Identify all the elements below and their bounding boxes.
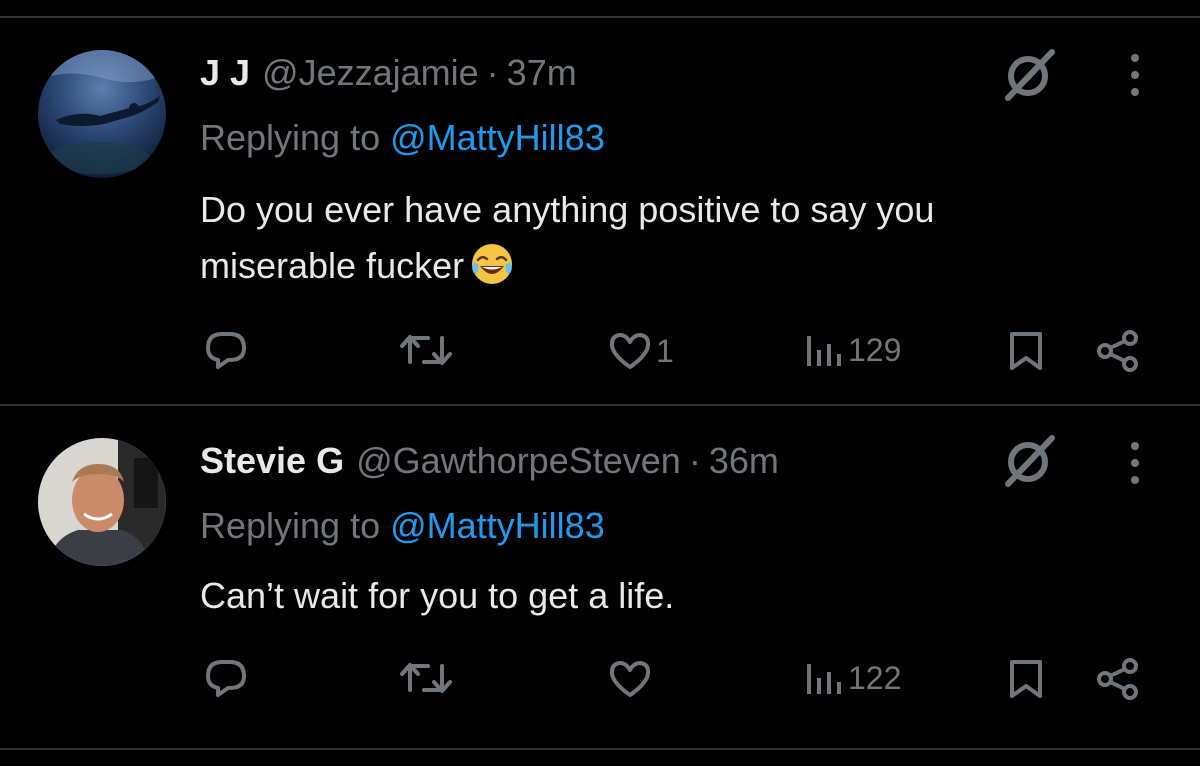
retweet-button[interactable] <box>400 660 452 696</box>
separator: · <box>486 52 499 93</box>
mention-link[interactable]: @MattyHill83 <box>390 117 605 158</box>
replying-prefix: Replying to <box>200 505 381 546</box>
views-button[interactable]: 122 <box>804 658 901 698</box>
bottom-divider <box>0 748 1200 750</box>
views-count: 129 <box>848 331 902 368</box>
views-button[interactable]: 129 <box>804 330 901 370</box>
tweet-divider <box>0 404 1200 406</box>
tweet-text: Do you ever have anything positive to sa… <box>200 182 1160 294</box>
bookmark-icon <box>1010 660 1042 698</box>
replying-to: Replying to @MattyHill83 <box>200 117 605 159</box>
avatar[interactable] <box>38 50 166 178</box>
share-icon <box>1097 330 1138 372</box>
tweet-text-line-1: Do you ever have anything positive to sa… <box>200 189 935 230</box>
grok-icon[interactable] <box>1000 44 1060 104</box>
reply-icon <box>206 660 246 697</box>
views-count: 122 <box>848 659 902 696</box>
more-icon[interactable] <box>1120 50 1150 100</box>
heart-icon <box>609 661 651 697</box>
display-name[interactable]: Stevie G <box>200 440 344 482</box>
face-with-tears-of-joy-icon <box>472 244 513 285</box>
reply-button[interactable] <box>204 658 248 698</box>
separator: · <box>688 440 701 481</box>
mention-link[interactable]: @MattyHill83 <box>390 505 605 546</box>
reply-button[interactable] <box>204 330 248 370</box>
bookmark-button[interactable] <box>1008 330 1044 372</box>
timestamp[interactable]: 36m <box>709 440 779 482</box>
tweet-header: J J @Jezzajamie · 37m <box>200 52 577 94</box>
tweet-text-line-2-text: miserable fucker <box>200 245 465 286</box>
bookmark-icon <box>1010 332 1042 370</box>
grok-icon[interactable] <box>1000 430 1060 490</box>
replying-to: Replying to @MattyHill83 <box>200 505 605 547</box>
bookmark-button[interactable] <box>1008 658 1044 700</box>
tweet-header: Stevie G @GawthorpeSteven · 36m <box>200 440 779 482</box>
user-handle[interactable]: @GawthorpeSteven <box>356 440 681 482</box>
tweet-text-line-1: Can’t wait for you to get a life. <box>200 575 675 616</box>
user-handle[interactable]: @Jezzajamie <box>262 52 479 94</box>
more-icon[interactable] <box>1120 438 1150 488</box>
replying-prefix: Replying to <box>200 117 381 158</box>
views-icon <box>807 664 841 694</box>
display-name[interactable]: J J <box>200 52 250 94</box>
retweet-icon <box>400 663 452 693</box>
views-icon <box>807 336 841 366</box>
avatar[interactable] <box>38 438 166 566</box>
tweet-text-line-2: miserable fucker <box>200 238 1160 294</box>
like-button[interactable]: 1 <box>608 332 674 370</box>
timestamp[interactable]: 37m <box>507 52 577 94</box>
share-icon <box>1097 658 1138 700</box>
retweet-button[interactable] <box>400 332 452 368</box>
heart-icon <box>609 333 651 369</box>
share-button[interactable] <box>1096 330 1140 372</box>
retweet-icon <box>400 335 452 365</box>
tweet-text: Can’t wait for you to get a life. <box>200 568 1160 624</box>
reply-icon <box>206 332 246 369</box>
share-button[interactable] <box>1096 658 1140 700</box>
like-count: 1 <box>656 332 674 369</box>
top-divider <box>0 16 1200 18</box>
like-button[interactable] <box>608 660 652 698</box>
